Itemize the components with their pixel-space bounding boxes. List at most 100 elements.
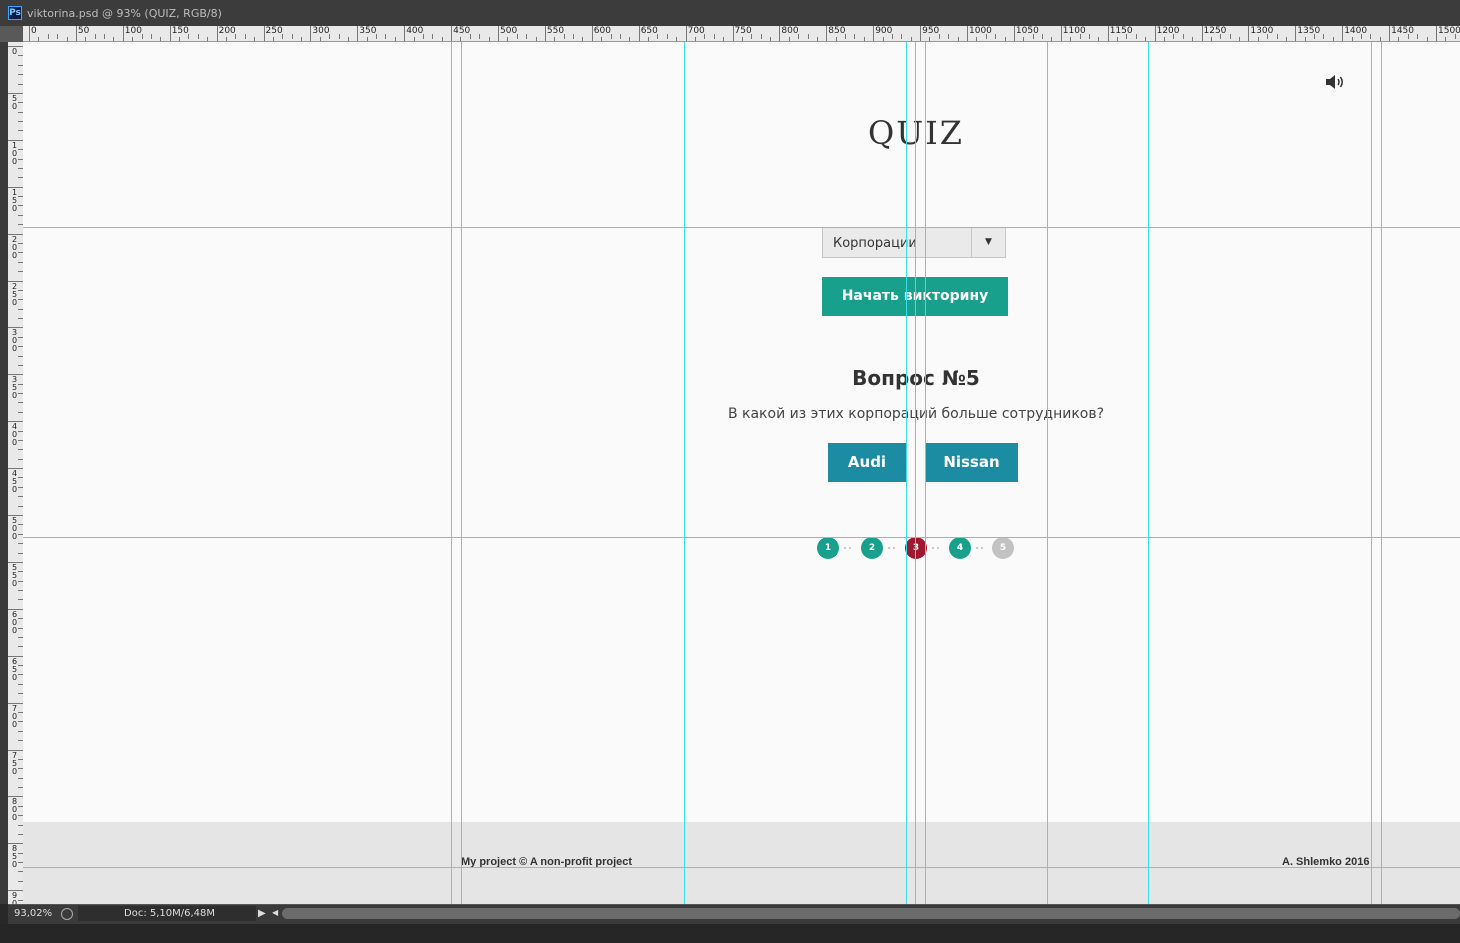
ruler-minor-tick <box>807 34 809 39</box>
ruler-minor-tick <box>1220 34 1222 39</box>
ruler-tick <box>544 26 546 41</box>
ruler-minor-tick <box>901 34 903 39</box>
guide-line[interactable] <box>1371 42 1372 904</box>
guide-line[interactable] <box>1381 42 1382 904</box>
ruler-label: 1300 <box>1250 26 1274 36</box>
answer-button-audi[interactable]: Audi <box>828 443 906 482</box>
ruler-minor-tick <box>422 34 424 39</box>
horizontal-scrollbar[interactable] <box>282 908 1460 919</box>
ruler-label: 750 <box>734 26 752 36</box>
ruler-minor-tick <box>516 34 518 39</box>
ruler-label: 1250 <box>1203 26 1227 36</box>
guide-line[interactable] <box>23 537 1460 538</box>
ruler-minor-tick <box>845 34 847 39</box>
guide-line[interactable] <box>1148 42 1149 904</box>
horizontal-ruler[interactable]: 0 50 100 150 200 250 300 350 400 450 500 550 600 650 7… <box>23 26 1460 42</box>
ruler-label: 900 <box>875 26 893 36</box>
guide-line[interactable] <box>925 42 926 904</box>
vertical-ruler[interactable]: 0 50 100 150 200 250 300 350 400 450 500 550 600 650 7… <box>8 42 24 904</box>
document-tab-title[interactable]: viktorina.psd @ 93% (QUIZ, RGB/8) <box>27 7 222 20</box>
scroll-left-icon[interactable]: ◀ <box>272 908 278 917</box>
ruler-tick <box>263 26 265 41</box>
ruler-label: 400 <box>406 26 424 36</box>
document-canvas[interactable]: QUIZ Корпорации ▼ Начать викторину Вопро… <box>23 42 1460 904</box>
ruler-tick <box>451 26 453 41</box>
ruler-tick <box>1436 26 1437 41</box>
ruler-tick <box>1389 26 1391 41</box>
ruler-label: 1000 <box>969 26 992 36</box>
ruler-label: 450 <box>11 469 18 495</box>
ruler-tick <box>122 26 124 41</box>
ruler-tick <box>1154 26 1156 41</box>
ruler-label: 900 <box>11 891 18 904</box>
ruler-label: 50 <box>77 26 90 36</box>
ruler-minor-tick <box>469 34 471 39</box>
category-select[interactable]: Корпорации ▼ <box>822 227 1006 258</box>
ruler-tick <box>873 26 875 41</box>
ruler-label: 300 <box>312 26 330 36</box>
ruler-minor-tick <box>1314 34 1316 39</box>
ruler-tick <box>169 26 171 41</box>
guide-line[interactable] <box>1047 42 1048 904</box>
progress-step-1: 1 <box>817 537 839 559</box>
ruler-minor-tick <box>1135 34 1137 39</box>
guide-line[interactable] <box>684 42 685 904</box>
ruler-minor-tick <box>1370 34 1372 39</box>
zoom-level[interactable]: 93,02% <box>14 908 52 919</box>
guide-line[interactable] <box>23 867 1460 868</box>
ruler-label: 350 <box>359 26 377 36</box>
ruler-tick <box>1295 26 1297 41</box>
progress-step-5: 5 <box>992 537 1014 559</box>
ruler-minor-tick <box>141 34 143 39</box>
ruler-tick <box>357 26 359 41</box>
progress-step-3: 3 <box>905 537 927 559</box>
photoshop-app-icon: Ps <box>8 6 22 20</box>
ruler-label: 550 <box>546 26 565 36</box>
ruler-label: 800 <box>11 797 18 823</box>
ruler-minor-tick <box>1267 34 1269 39</box>
ruler-tick <box>732 26 734 41</box>
ruler-label: 250 <box>11 281 18 307</box>
guide-line[interactable] <box>461 42 462 904</box>
ruler-tick <box>1107 26 1109 41</box>
ruler-label: 300 <box>11 328 18 354</box>
progress-separator-dot <box>932 547 934 549</box>
question-title: Вопрос №5 <box>852 366 980 390</box>
ruler-tick <box>216 26 218 41</box>
guide-line[interactable] <box>23 227 1460 228</box>
speaker-icon[interactable] <box>1324 74 1346 90</box>
chevron-down-icon[interactable]: ▼ <box>971 228 1005 257</box>
progress-separator-dot <box>976 547 978 549</box>
ruler-tick <box>591 26 593 41</box>
guide-line[interactable] <box>451 42 452 904</box>
ruler-tick <box>75 26 77 41</box>
ruler-minor-tick <box>798 34 800 39</box>
ruler-label: 1150 <box>1109 26 1133 36</box>
window-titlebar: Ps viktorina.psd @ 93% (QUIZ, RGB/8) <box>0 0 1460 27</box>
tool-strip <box>0 42 8 904</box>
guide-line[interactable] <box>915 42 916 904</box>
ruler-label: 650 <box>640 26 658 36</box>
answer-button-nissan[interactable]: Nissan <box>925 443 1018 482</box>
ruler-tick <box>498 26 499 41</box>
ruler-origin-corner[interactable] <box>0 26 23 42</box>
category-select-value: Корпорации <box>833 236 917 251</box>
ruler-label: 500 <box>500 26 518 36</box>
ruler-label: 700 <box>687 26 705 36</box>
doc-info-box[interactable]: Doc: 5,10M/6,48M <box>78 906 256 921</box>
play-icon[interactable]: ▶ <box>258 908 266 919</box>
ruler-minor-tick <box>188 34 190 39</box>
page-title: QUIZ <box>867 114 965 152</box>
ruler-minor-tick <box>104 34 106 39</box>
ruler-minor-tick <box>376 34 378 39</box>
guide-line[interactable] <box>906 42 907 904</box>
ruler-minor-tick <box>891 34 893 39</box>
ruler-label: 200 <box>11 234 18 260</box>
ruler-label: 1050 <box>1015 26 1039 36</box>
ruler-minor-tick <box>938 34 940 39</box>
ruler-label: 250 <box>265 26 283 36</box>
panel-dock <box>0 924 1460 943</box>
ruler-minor-tick <box>526 34 528 39</box>
progress-separator-dot <box>844 547 846 549</box>
share-icon[interactable] <box>61 908 73 920</box>
